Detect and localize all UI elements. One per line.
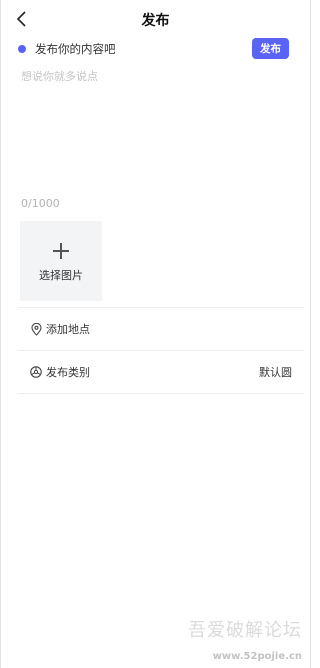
publish-category-value: 默认圆 bbox=[259, 366, 292, 379]
watermark: 吾爱破解论坛 bbox=[188, 620, 302, 641]
publish-button[interactable]: 发布 bbox=[252, 38, 289, 59]
header: 发布 bbox=[1, 0, 310, 38]
add-location-row[interactable]: 添加地点 bbox=[18, 308, 304, 350]
location-pin-icon bbox=[30, 322, 42, 336]
page-title: 发布 bbox=[141, 13, 170, 29]
plus-icon bbox=[53, 243, 69, 259]
publish-page: 发布 发布你的内容吧 发布 0/1000 选择图片 添加地点 bbox=[0, 0, 311, 668]
prompt-row: 发布你的内容吧 发布 bbox=[1, 38, 310, 60]
prompt-text: 发布你的内容吧 bbox=[35, 42, 116, 56]
char-count: 0/1000 bbox=[21, 197, 60, 210]
publish-category-label: 发布类别 bbox=[46, 366, 90, 379]
pick-image-button[interactable]: 选择图片 bbox=[20, 221, 102, 301]
publish-category-row[interactable]: 发布类别 默认圆 bbox=[18, 351, 304, 393]
content-input[interactable] bbox=[21, 68, 291, 188]
prompt-dot-icon bbox=[18, 45, 26, 53]
category-icon bbox=[30, 365, 42, 379]
watermark-sub: www.52pojie.cn bbox=[212, 651, 302, 662]
divider bbox=[18, 393, 304, 394]
add-location-label: 添加地点 bbox=[46, 323, 90, 336]
pick-image-label: 选择图片 bbox=[39, 269, 83, 282]
